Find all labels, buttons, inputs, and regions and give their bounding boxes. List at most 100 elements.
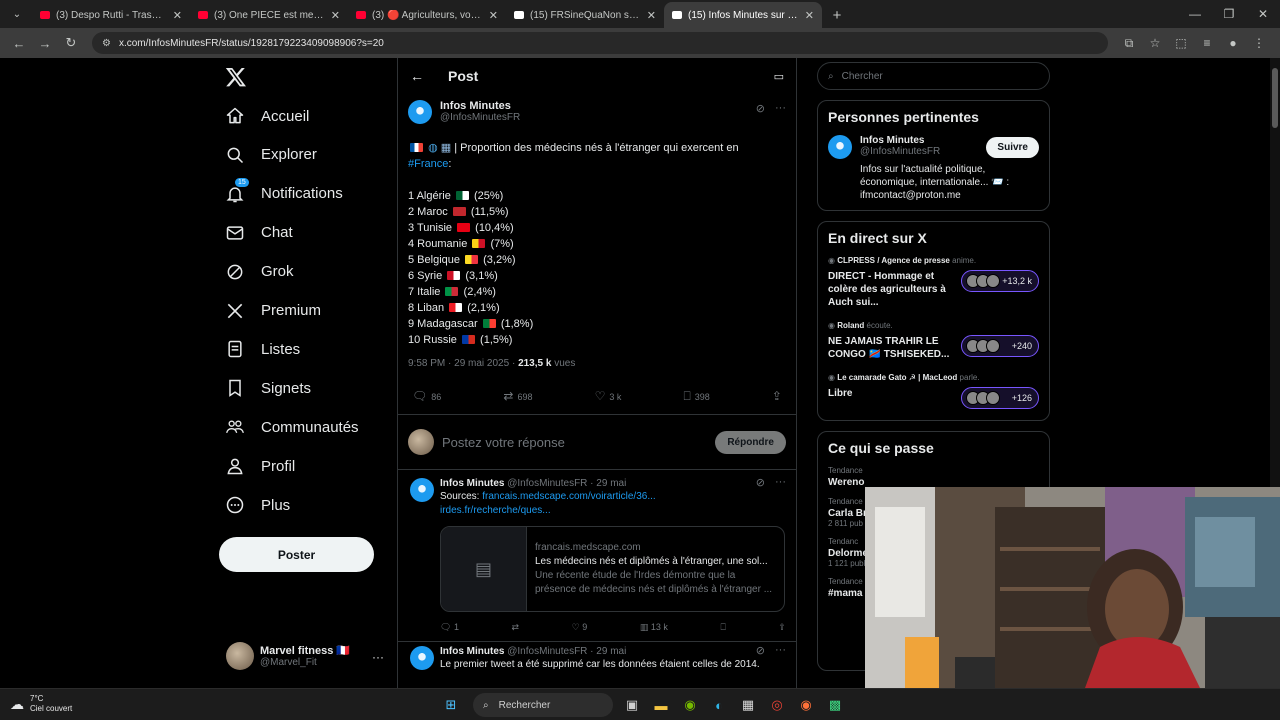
store-icon[interactable]: ▦: [735, 692, 761, 718]
firefox-icon[interactable]: ◉: [793, 692, 819, 718]
author-name[interactable]: Infos Minutes: [440, 100, 520, 112]
source-link-1[interactable]: francais.medscape.com/voirarticle/36...: [482, 491, 655, 502]
grok-icon[interactable]: ⊘: [756, 476, 765, 489]
follow-button[interactable]: Suivre: [986, 137, 1039, 158]
post-time[interactable]: 9:58 PM · 29 mai 2025 ·: [408, 358, 518, 369]
reply-post[interactable]: Infos Minutes @InfosMinutesFR · 29 mai S…: [398, 470, 796, 641]
views-action[interactable]: ▥ 13 k: [640, 622, 668, 633]
link-card[interactable]: ▤ francais.medscape.com Les médecins nés…: [440, 526, 785, 612]
browser-tab[interactable]: (3) One PIECE est meilleur sans ... ✕: [190, 2, 348, 28]
sidebar-item-premium[interactable]: Premium: [225, 301, 321, 321]
browser-tab[interactable]: (15) FRSineQuaNon sur X : "@T... ✕: [506, 2, 664, 28]
sidebar-item-signets[interactable]: Signets: [225, 378, 311, 398]
browser-tab[interactable]: (15) Infos Minutes sur X : "🇫🇷 🌍 ✕: [664, 2, 822, 28]
reply-author[interactable]: Infos Minutes: [440, 478, 504, 489]
browser-menu-icon[interactable]: ⋮: [1246, 36, 1272, 51]
edge-icon[interactable]: ◐: [706, 692, 732, 718]
sidebar-item-chat[interactable]: Chat: [225, 223, 293, 243]
person-name[interactable]: Infos Minutes: [860, 135, 940, 146]
live-listeners-pill[interactable]: +240: [961, 335, 1039, 357]
grok-icon[interactable]: ⊘: [756, 644, 765, 657]
post-author[interactable]: Infos Minutes @InfosMinutesFR: [408, 100, 786, 124]
extensions-icon[interactable]: ⬚: [1168, 36, 1194, 51]
more-icon[interactable]: ···: [775, 644, 786, 657]
install-app-icon[interactable]: ⧉: [1116, 36, 1142, 51]
site-info-icon[interactable]: ⚙: [102, 38, 111, 49]
close-window-icon[interactable]: ✕: [1246, 0, 1280, 28]
forward-icon[interactable]: →: [34, 32, 56, 54]
reload-icon[interactable]: ↻: [60, 32, 82, 54]
relevant-person[interactable]: Infos Minutes @InfosMinutesFR Suivre: [828, 135, 1039, 159]
tab-search-menu-icon[interactable]: ⌄: [4, 3, 30, 25]
taskbar-search[interactable]: ⌕ Rechercher: [473, 693, 613, 717]
like-action[interactable]: ♡ 9: [572, 622, 588, 633]
grok-icon[interactable]: ⊘: [756, 102, 765, 115]
close-tab-icon[interactable]: ✕: [331, 9, 340, 22]
live-space-item[interactable]: ◉ Roland écoute. NE JAMAIS TRAHIR LE CONG…: [828, 321, 1039, 361]
live-host[interactable]: Le camarade Gato ☭ | MacLeod: [837, 373, 957, 382]
search-input[interactable]: ⌕ Chercher: [817, 62, 1050, 90]
back-icon[interactable]: ←: [8, 32, 30, 54]
windows-start-icon[interactable]: ⊞: [438, 692, 464, 718]
avatar[interactable]: [410, 646, 434, 670]
sidebar-item-grok[interactable]: Grok: [225, 262, 294, 282]
source-link-2[interactable]: irdes.fr/recherche/ques...: [440, 505, 551, 516]
reply-input[interactable]: Postez votre réponse: [442, 435, 715, 450]
scrollbar-thumb[interactable]: [1272, 68, 1278, 128]
reader-mode-icon[interactable]: ▭: [774, 70, 784, 83]
live-space-item[interactable]: ◉ CLPRESS / Agence de presse anime. DIREC…: [828, 256, 1039, 309]
nvidia-icon[interactable]: ◉: [677, 692, 703, 718]
reply-author[interactable]: Infos Minutes: [440, 646, 504, 657]
task-view-icon[interactable]: ▣: [619, 692, 645, 718]
hashtag-link[interactable]: #France: [408, 158, 448, 170]
like-action[interactable]: ♡ 3 k: [595, 389, 622, 404]
reply-action[interactable]: 🗨 86: [412, 389, 441, 404]
bookmark-icon[interactable]: ⎕: [720, 622, 725, 633]
reply-action[interactable]: 🗨 1: [440, 622, 459, 633]
reply-post[interactable]: Infos Minutes @InfosMinutesFR · 29 mai L…: [398, 641, 796, 672]
live-listeners-pill[interactable]: +13,2 k: [961, 270, 1039, 292]
side-panel-icon[interactable]: ≡: [1194, 36, 1220, 51]
new-tab-button[interactable]: +: [826, 4, 848, 26]
minimize-icon[interactable]: —: [1178, 0, 1212, 28]
close-tab-icon[interactable]: ✕: [489, 9, 498, 22]
close-tab-icon[interactable]: ✕: [805, 9, 814, 22]
bookmark-star-icon[interactable]: ☆: [1142, 36, 1168, 51]
close-tab-icon[interactable]: ✕: [173, 9, 182, 22]
sidebar-item-explorer[interactable]: Explorer: [225, 145, 317, 165]
trend-item[interactable]: Tendance Wereno: [828, 466, 1039, 488]
back-arrow-icon[interactable]: ←: [410, 68, 424, 84]
more-icon[interactable]: ···: [372, 650, 384, 664]
maximize-icon[interactable]: ❐: [1212, 0, 1246, 28]
live-host[interactable]: CLPRESS / Agence de presse: [837, 256, 950, 265]
close-tab-icon[interactable]: ✕: [647, 9, 656, 22]
post-button[interactable]: Poster: [219, 537, 374, 572]
sidebar-item-accueil[interactable]: Accueil: [225, 106, 309, 126]
sidebar-item-listes[interactable]: Listes: [225, 339, 300, 359]
sidebar-item-plus[interactable]: Plus: [225, 495, 290, 515]
browser-tab[interactable]: (3) Despo Rutti - Trashhh - YouTube ✕: [32, 2, 190, 28]
repost-icon[interactable]: ⇄: [512, 622, 520, 633]
bookmark-action[interactable]: ⎕ 398: [684, 389, 710, 404]
more-icon[interactable]: ···: [775, 102, 786, 115]
more-icon[interactable]: ···: [775, 476, 786, 489]
sidebar-item-profil[interactable]: Profil: [225, 456, 295, 476]
share-action[interactable]: ⇪: [772, 389, 786, 404]
live-listeners-pill[interactable]: +126: [961, 387, 1039, 409]
browser-tab[interactable]: (3) 🔴 Agriculteurs, vote du budget... ✕: [348, 2, 506, 28]
repost-action[interactable]: ⇄ 698: [503, 389, 532, 404]
weather-widget[interactable]: ☁ 7°C Ciel couvert: [10, 694, 72, 714]
url-field[interactable]: ⚙ x.com/InfosMinutesFR/status/1928179223…: [92, 32, 1108, 54]
x-logo-icon[interactable]: [225, 66, 247, 88]
avatar[interactable]: [828, 135, 852, 159]
avatar[interactable]: [408, 100, 432, 124]
sidebar-item-notifications[interactable]: 15 Notifications: [225, 177, 343, 204]
app-icon[interactable]: ▩: [822, 692, 848, 718]
account-switcher[interactable]: Marvel fitness 🇫🇷 @Marvel_Fit ···: [226, 642, 386, 670]
reply-button[interactable]: Répondre: [715, 430, 786, 454]
profile-icon[interactable]: ●: [1220, 36, 1246, 51]
live-host[interactable]: Roland: [837, 321, 864, 330]
file-explorer-icon[interactable]: ▬: [648, 692, 674, 718]
avatar[interactable]: [410, 478, 434, 502]
chrome-icon[interactable]: ◎: [764, 692, 790, 718]
